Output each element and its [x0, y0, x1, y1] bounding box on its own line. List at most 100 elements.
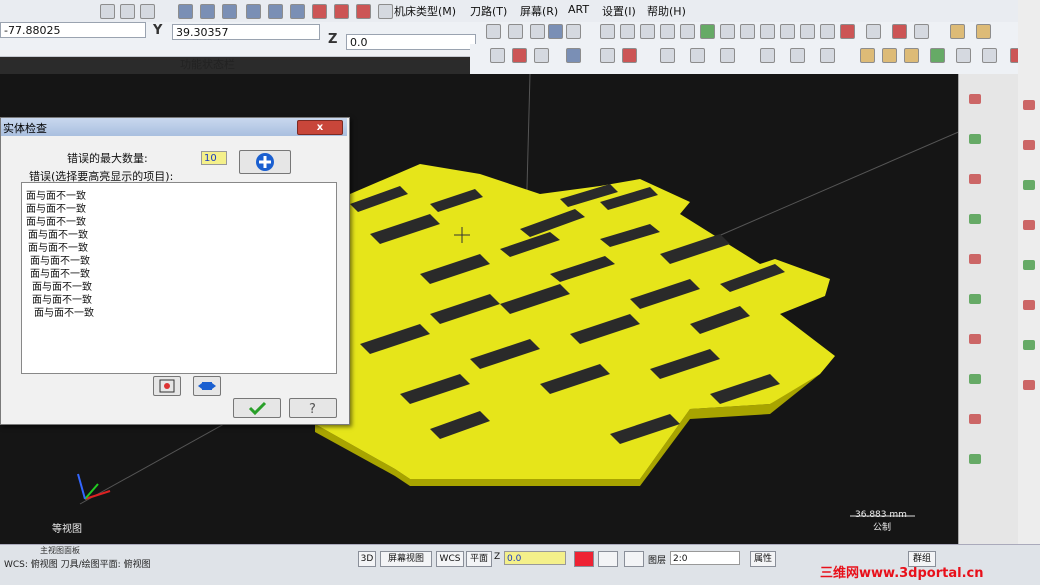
tool-icon[interactable] — [1023, 140, 1035, 150]
tool-icon[interactable] — [720, 24, 735, 39]
tool-icon[interactable] — [800, 24, 815, 39]
tool-icon[interactable] — [740, 24, 755, 39]
wcs-button[interactable]: WCS — [436, 551, 464, 567]
tool-icon[interactable] — [969, 254, 981, 264]
view-cube-icon[interactable] — [356, 4, 371, 19]
circle-icon[interactable] — [680, 24, 695, 39]
tool-icon[interactable] — [760, 24, 775, 39]
tool-icon[interactable] — [760, 48, 775, 63]
tool-icon[interactable] — [976, 24, 991, 39]
tool-icon[interactable] — [780, 24, 795, 39]
add-button[interactable] — [239, 150, 291, 174]
z-depth-field[interactable]: 0.0 — [504, 551, 566, 565]
tool-icon[interactable] — [690, 48, 705, 63]
tool-icon[interactable] — [1023, 100, 1035, 110]
new-file-icon[interactable] — [100, 4, 115, 19]
tool-icon[interactable] — [1023, 180, 1035, 190]
line-style-button[interactable] — [624, 551, 644, 567]
screen-view-button[interactable]: 屏幕视图 — [380, 551, 432, 567]
highlight-button[interactable] — [153, 376, 181, 396]
tool-icon[interactable] — [892, 24, 907, 39]
tool-icon[interactable] — [1023, 260, 1035, 270]
attributes-button[interactable]: 属性 — [750, 551, 776, 567]
menu-art[interactable]: ART — [568, 3, 589, 16]
view-cube-icon[interactable] — [268, 4, 283, 19]
rectangle-icon[interactable] — [508, 24, 523, 39]
shading-icon[interactable] — [860, 48, 875, 63]
tool-icon[interactable] — [969, 294, 981, 304]
tool-icon[interactable] — [512, 48, 527, 63]
3d-button[interactable]: 3D — [358, 551, 376, 567]
spline-icon[interactable] — [530, 24, 545, 39]
view-cube-icon[interactable] — [312, 4, 327, 19]
tool-icon[interactable] — [956, 48, 971, 63]
menu-toolpaths[interactable]: 刀路(T) — [470, 3, 507, 19]
tool-icon[interactable] — [660, 48, 675, 63]
tool-icon[interactable] — [490, 48, 505, 63]
point-icon[interactable] — [566, 24, 581, 39]
plane-button[interactable]: 平面 — [466, 551, 492, 567]
tool-icon[interactable] — [1023, 380, 1035, 390]
redo-icon[interactable] — [140, 4, 155, 19]
select-arrow-icon[interactable] — [820, 48, 835, 63]
x-coordinate-field[interactable]: -77.88025 — [0, 22, 146, 38]
tool-icon[interactable] — [969, 414, 981, 424]
tool-icon[interactable] — [950, 24, 965, 39]
menu-screen[interactable]: 屏幕(R) — [520, 3, 558, 19]
tool-icon[interactable] — [1023, 300, 1035, 310]
tool-icon[interactable] — [969, 214, 981, 224]
tool-icon[interactable] — [622, 48, 637, 63]
menu-help[interactable]: 帮助(H) — [647, 3, 686, 19]
close-button[interactable]: x — [297, 120, 343, 135]
tool-icon[interactable] — [914, 24, 929, 39]
z-coordinate-field[interactable]: 0.0 — [346, 34, 476, 50]
tool-icon[interactable] — [840, 24, 855, 39]
dialog-titlebar[interactable]: 实体检查 x — [1, 118, 347, 136]
help-button[interactable]: ? — [289, 398, 337, 418]
layer-field[interactable]: 2:0 — [670, 551, 740, 565]
tool-icon[interactable] — [969, 134, 981, 144]
color-icon[interactable] — [930, 48, 945, 63]
menu-settings[interactable]: 设置(I) — [602, 3, 636, 19]
draw-icon[interactable] — [620, 24, 635, 39]
view-cube-icon[interactable] — [334, 4, 349, 19]
max-errors-input[interactable]: 10 — [201, 151, 227, 165]
tool-icon[interactable] — [969, 334, 981, 344]
error-list[interactable]: 面与面不一致 面与面不一致 面与面不一致 面与面不一致 面与面不一致 面与面不一… — [21, 182, 337, 374]
tool-icon[interactable] — [969, 374, 981, 384]
view-cube-icon[interactable] — [200, 4, 215, 19]
ok-button[interactable] — [233, 398, 281, 418]
color-button[interactable] — [574, 551, 594, 567]
zoom-fit-button[interactable] — [193, 376, 221, 396]
tool-icon[interactable] — [700, 24, 715, 39]
tool-icon[interactable] — [600, 48, 615, 63]
view-cube-icon[interactable] — [222, 4, 237, 19]
menu-machine-type[interactable]: 机床类型(M) — [394, 3, 456, 19]
tool-icon[interactable] — [1023, 340, 1035, 350]
cross-icon[interactable] — [660, 24, 675, 39]
line-icon[interactable] — [486, 24, 501, 39]
tool-icon[interactable] — [969, 454, 981, 464]
view-cube-icon[interactable] — [290, 4, 305, 19]
tool-icon[interactable] — [790, 48, 805, 63]
view-cube-icon[interactable] — [178, 4, 193, 19]
tool-icon[interactable] — [820, 24, 835, 39]
undo-icon[interactable] — [120, 4, 135, 19]
trim-icon[interactable] — [640, 24, 655, 39]
view-cube-icon[interactable] — [378, 4, 393, 19]
shading-icon[interactable] — [904, 48, 919, 63]
y-coordinate-field[interactable]: 39.30357 — [172, 24, 320, 40]
tool-icon[interactable] — [720, 48, 735, 63]
tool-icon[interactable] — [866, 24, 881, 39]
point-style-button[interactable] — [598, 551, 618, 567]
list-item[interactable]: 面与面不一致 — [34, 304, 94, 319]
select-arrow-icon[interactable] — [548, 24, 563, 39]
view-cube-icon[interactable] — [246, 4, 261, 19]
plus-icon[interactable] — [600, 24, 615, 39]
tool-icon[interactable] — [982, 48, 997, 63]
tool-icon[interactable] — [969, 94, 981, 104]
tool-icon[interactable] — [969, 174, 981, 184]
view-panel-tab[interactable]: 主视图面板 — [40, 545, 80, 556]
tool-icon[interactable] — [534, 48, 549, 63]
help-icon[interactable] — [566, 48, 581, 63]
